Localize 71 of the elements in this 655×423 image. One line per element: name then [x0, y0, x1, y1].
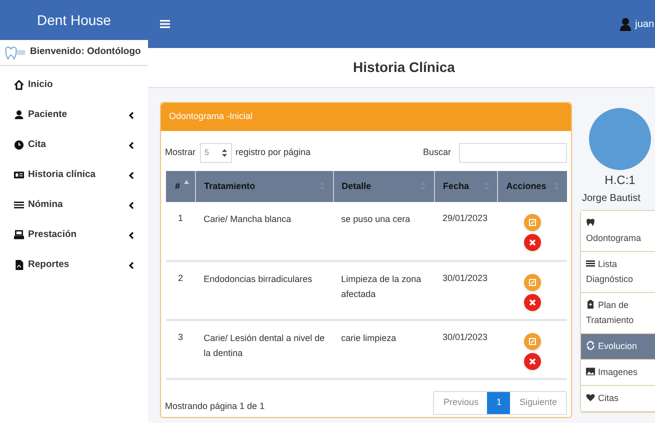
patient-menu-item[interactable]: Evolucion — [581, 334, 655, 360]
detail-cell: Limpieza de la zona afectada — [341, 274, 422, 299]
close-icon — [528, 358, 536, 365]
patient-menu-item[interactable]: Plan de Tratamiento — [581, 293, 655, 334]
user-icon — [620, 18, 632, 30]
detail-cell: carie limpieza — [341, 333, 396, 343]
patient-menu-item[interactable]: Odontograma — [581, 211, 655, 252]
sidebar-item[interactable]: Prestación — [0, 220, 148, 250]
edit-icon — [528, 219, 536, 226]
sort-caret-icon — [222, 149, 227, 157]
delete-button[interactable] — [524, 234, 541, 251]
delete-button[interactable] — [524, 294, 541, 311]
delete-button[interactable] — [524, 353, 541, 370]
page-title: Historia Clínica — [353, 58, 455, 77]
id-card-icon — [14, 170, 24, 180]
list-icon — [14, 200, 24, 210]
sidebar-item[interactable]: Nómina — [0, 190, 148, 220]
length-label: Mostrar — [165, 146, 196, 160]
patient-name: Jorge Bautist — [582, 192, 640, 206]
image-icon — [586, 367, 595, 376]
row-number: 1 — [178, 213, 184, 223]
row-number: 2 — [178, 273, 184, 283]
column-header[interactable]: Detalle — [333, 171, 434, 202]
date-cell: 30/01/2023 — [442, 273, 488, 283]
sync-icon — [586, 341, 595, 350]
sidebar-item[interactable]: Cita — [0, 130, 148, 160]
treatment-cell: Carie/ Lesión dental a nivel de la dentina — [204, 333, 325, 358]
close-icon — [528, 299, 536, 306]
heart-icon — [586, 393, 595, 402]
record-number: H.C:1 — [604, 172, 636, 189]
date-cell: 29/01/2023 — [442, 213, 488, 223]
sidebar-item[interactable]: Historia clínica — [0, 160, 148, 190]
list-icon — [586, 259, 595, 268]
column-header[interactable]: Acciones — [498, 171, 567, 202]
patient-menu-item[interactable]: Citas — [581, 386, 655, 412]
next-button[interactable]: Siguiente — [510, 392, 566, 414]
sidebar-item[interactable]: Reportes — [0, 250, 148, 280]
close-icon — [528, 239, 536, 246]
column-header[interactable]: Tratamiento — [196, 171, 334, 202]
detail-cell: se puso una cera — [341, 214, 410, 224]
clipboard-icon — [586, 300, 595, 309]
logo-icon — [4, 46, 26, 60]
column-header[interactable]: Fecha — [434, 171, 498, 202]
user-link[interactable]: juan — [635, 16, 654, 32]
patient-menu-item[interactable]: Lista Diagnóstico — [581, 252, 655, 293]
date-cell: 30/01/2023 — [442, 332, 488, 342]
card-header: Odontograma -Inicial — [161, 103, 571, 131]
patient-menu-item[interactable]: Imagenes — [581, 360, 655, 386]
brand-title: Dent House — [0, 0, 148, 40]
tooth-icon — [586, 218, 595, 227]
treatment-cell: Carie/ Mancha blanca — [204, 214, 292, 224]
page-length-select[interactable]: 5 — [200, 143, 232, 163]
table-info: Mostrando página 1 de 1 — [165, 400, 265, 414]
welcome-text: Bienvenido: Odontólogo — [30, 45, 141, 60]
home-icon — [14, 80, 24, 90]
page-button[interactable]: 1 — [487, 392, 510, 414]
search-field[interactable] — [459, 143, 567, 163]
sidebar-item[interactable]: Paciente — [0, 100, 148, 130]
length-suffix: registro por página — [236, 146, 311, 160]
file-icon — [14, 260, 24, 270]
clock-icon — [14, 140, 24, 150]
previous-button[interactable]: Previous — [434, 392, 488, 414]
sidebar-item[interactable]: Inicio — [0, 70, 148, 100]
row-number: 3 — [178, 332, 184, 342]
edit-icon — [528, 338, 536, 345]
search-label: Buscar — [422, 146, 451, 160]
menu-icon[interactable] — [160, 20, 170, 28]
column-header[interactable]: # — [166, 171, 196, 202]
edit-icon — [528, 279, 536, 286]
treatment-cell: Endodoncias birradiculares — [204, 274, 312, 284]
user-icon — [14, 110, 24, 120]
